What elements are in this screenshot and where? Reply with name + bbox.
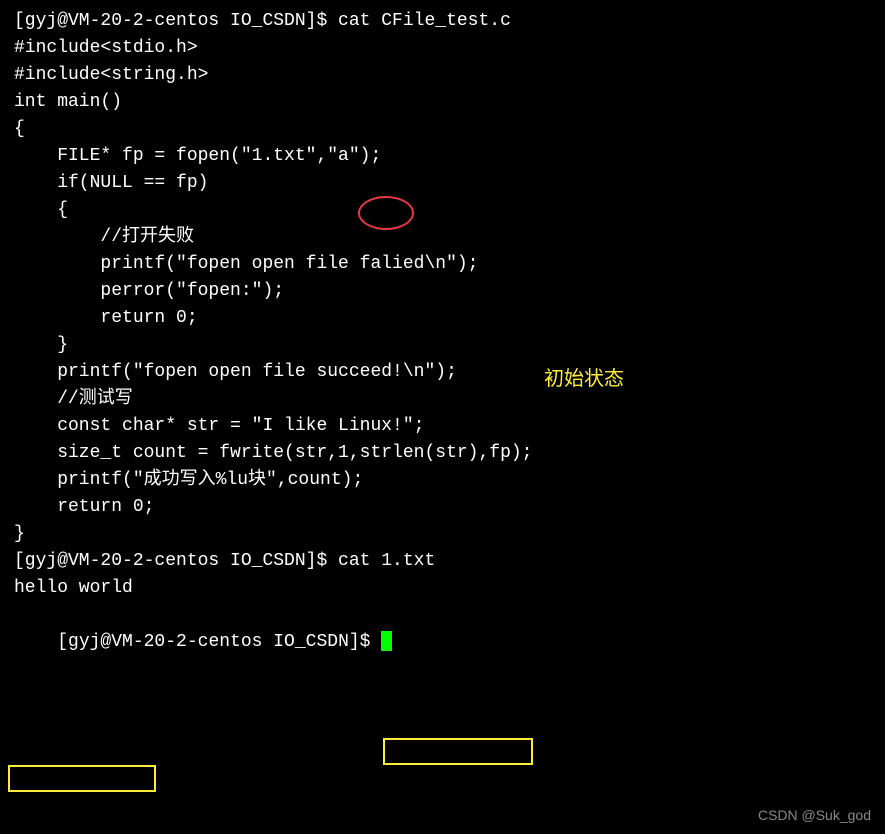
code-line: //测试写 (14, 386, 871, 413)
cursor-icon (381, 631, 392, 651)
code-line: { (14, 116, 871, 143)
prompt-text: [gyj@VM-20-2-centos IO_CSDN]$ (57, 632, 381, 652)
output-line: hello world (14, 575, 871, 602)
code-line: printf("fopen open file falied\n"); (14, 251, 871, 278)
code-line: return 0; (14, 494, 871, 521)
code-line: #include<stdio.h> (14, 35, 871, 62)
watermark-text: CSDN @Suk_god (758, 805, 871, 826)
code-line: return 0; (14, 305, 871, 332)
code-line: printf("成功写入%lu块",count); (14, 467, 871, 494)
code-line: } (14, 521, 871, 548)
code-line: } (14, 332, 871, 359)
code-line: //打开失败 (14, 224, 871, 251)
code-line: size_t count = fwrite(str,1,strlen(str),… (14, 440, 871, 467)
code-line: printf("fopen open file succeed!\n"); (14, 359, 871, 386)
code-line: #include<string.h> (14, 62, 871, 89)
prompt-line: [gyj@VM-20-2-centos IO_CSDN]$ cat CFile_… (14, 8, 871, 35)
code-line: FILE* fp = fopen("1.txt","a"); (14, 143, 871, 170)
highlight-box-output (8, 765, 156, 792)
code-line: { (14, 197, 871, 224)
terminal-output[interactable]: [gyj@VM-20-2-centos IO_CSDN]$ cat CFile_… (14, 8, 871, 683)
highlight-box-command (383, 738, 533, 765)
code-line: if(NULL == fp) (14, 170, 871, 197)
prompt-line-active[interactable]: [gyj@VM-20-2-centos IO_CSDN]$ (14, 602, 871, 683)
code-line: perror("fopen:"); (14, 278, 871, 305)
code-line: int main() (14, 89, 871, 116)
prompt-line: [gyj@VM-20-2-centos IO_CSDN]$ cat 1.txt (14, 548, 871, 575)
code-line: const char* str = "I like Linux!"; (14, 413, 871, 440)
